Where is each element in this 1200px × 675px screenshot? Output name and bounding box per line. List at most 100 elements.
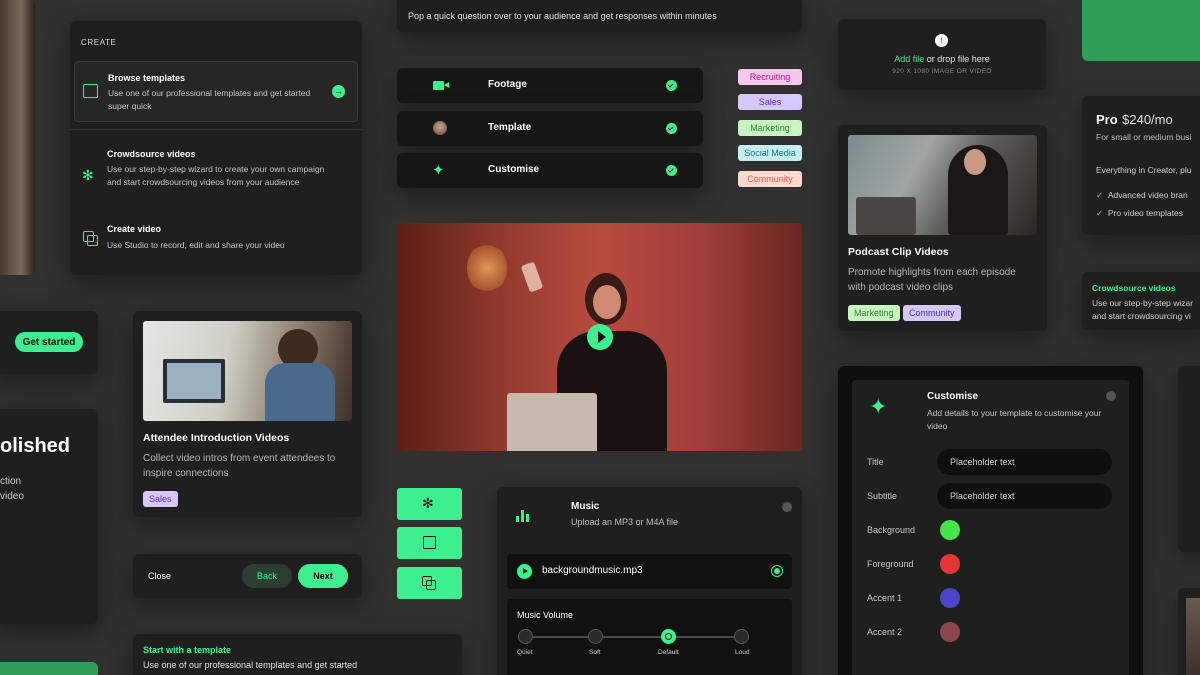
music-file-row[interactable]: backgroundmusic.mp3 — [507, 554, 792, 589]
title-input[interactable]: Placeholder text — [937, 449, 1112, 475]
step-footage[interactable]: Footage — [397, 68, 703, 103]
menu-item-title: Crowdsource videos — [107, 149, 196, 159]
tag-social-media[interactable]: Social Media — [738, 145, 802, 161]
menu-item-browse-templates[interactable]: Browse templates Use one of our professi… — [74, 61, 358, 122]
card-desc: Use one of our professional templates an… — [143, 660, 358, 670]
step-label: Customise — [488, 164, 540, 175]
music-subtitle: Upload an MP3 or M4A file — [571, 517, 679, 527]
music-file-name: backgroundmusic.mp3 — [542, 565, 643, 576]
tag-community[interactable]: Community — [903, 305, 961, 321]
card-title: Crowdsource videos — [1092, 283, 1176, 293]
back-button[interactable]: Back — [242, 564, 292, 588]
play-icon — [598, 331, 606, 343]
menu-item-crowdsource-videos[interactable]: ✻ Crowdsource videos Use our step-by-ste… — [74, 143, 358, 203]
next-button[interactable]: Next — [298, 564, 348, 588]
upload-card[interactable]: ↑ Add file or drop file here 920 X 1080 … — [838, 19, 1046, 90]
wizard-nav: Close Back Next — [133, 554, 362, 598]
templates-icon-button[interactable] — [397, 527, 462, 559]
edge-card-right — [1178, 366, 1200, 552]
card-title: Start with a template — [143, 645, 232, 655]
plan-price: $240/mo — [1122, 112, 1173, 127]
volume-panel: Music Volume Quiet Soft Default Loud — [507, 599, 792, 675]
bar-chart-icon — [516, 510, 530, 522]
video-player[interactable] — [397, 223, 802, 451]
step-template[interactable]: Template — [397, 111, 703, 146]
tag-community[interactable]: Community — [738, 171, 802, 187]
volume-stop-soft[interactable] — [588, 629, 603, 644]
customise-inner: ✦ Customise Add details to your template… — [852, 380, 1129, 675]
get-started-button[interactable]: Get started — [15, 332, 83, 352]
play-icon — [523, 568, 528, 574]
feature-item: Pro video templates — [1107, 208, 1183, 218]
plan-includes: Everything in Creator, plu — [1096, 165, 1192, 175]
upload-text: or drop file here — [924, 54, 990, 64]
card-title: Podcast Clip Videos — [848, 246, 949, 258]
volume-stop-quiet[interactable] — [518, 629, 533, 644]
check-icon — [782, 502, 792, 512]
tag-marketing[interactable]: Marketing — [848, 305, 900, 321]
color-swatch-accent-2[interactable] — [940, 622, 960, 642]
step-label: Template — [488, 122, 532, 133]
quick-question-text: Pop a quick question over to your audien… — [408, 11, 717, 21]
upload-hint: 920 X 1080 IMAGE OR VIDEO — [892, 68, 992, 75]
volume-level-label: Loud — [735, 649, 750, 656]
published-card: olished ction video — [0, 409, 98, 624]
card-desc: Use our step-by-step wizar and start cro… — [1092, 298, 1194, 321]
create-menu: CREATE Browse templates Use one of our p… — [70, 21, 362, 275]
tag-recruiting[interactable]: Recruiting — [738, 69, 802, 85]
color-label-accent-2: Accent 2 — [867, 627, 903, 637]
menu-item-title: Browse templates — [108, 73, 186, 83]
radio-selected[interactable] — [772, 566, 782, 576]
volume-level-label: Quiet — [517, 649, 533, 656]
published-text: ction — [0, 476, 22, 487]
volume-label: Music Volume — [517, 610, 574, 620]
check-icon — [666, 165, 677, 176]
check-icon: ✓ — [1096, 190, 1104, 200]
add-file-link[interactable]: Add file — [894, 54, 924, 64]
color-swatch-background[interactable] — [940, 520, 960, 540]
tag-sales[interactable]: Sales — [738, 94, 802, 110]
attendee-template-card[interactable]: Attendee Introduction Videos Collect vid… — [133, 311, 362, 517]
tag-sales[interactable]: Sales — [143, 491, 178, 507]
color-swatch-accent-1[interactable] — [940, 588, 960, 608]
check-icon — [666, 80, 677, 91]
step-label: Footage — [488, 79, 527, 90]
card-title: Attendee Introduction Videos — [143, 432, 290, 444]
podcast-template-card[interactable]: Podcast Clip Videos Promote highlights f… — [838, 125, 1047, 331]
start-template-card[interactable]: Start with a template Use one of our pro… — [133, 634, 462, 675]
check-icon: ✓ — [1096, 208, 1104, 218]
color-label-background: Background — [867, 525, 916, 535]
crowdsource-card[interactable]: Crowdsource videos Use our step-by-step … — [1082, 272, 1200, 330]
color-label-accent-1: Accent 1 — [867, 593, 903, 603]
layers-icon-button[interactable] — [397, 567, 462, 599]
green-block — [0, 662, 98, 675]
crowd-icon: ✻ — [422, 495, 434, 511]
customise-title: Customise — [927, 391, 979, 402]
crowdsource-icon-button[interactable]: ✻ — [397, 488, 462, 520]
avatar — [433, 121, 447, 135]
feature-item: Advanced video bran — [1107, 190, 1188, 200]
step-customise[interactable]: ✦ Customise — [397, 153, 703, 188]
tag-marketing[interactable]: Marketing — [738, 120, 802, 136]
pricing-pro-card: Pro $240/mo For small or medium busi Eve… — [1082, 96, 1200, 235]
upload-icon[interactable]: ↑ — [935, 34, 948, 47]
close-button[interactable]: Close — [148, 571, 171, 581]
card-desc: Collect video intros from event attendee… — [143, 453, 336, 479]
arrow-right-icon[interactable]: → — [332, 85, 345, 98]
templates-icon — [83, 84, 98, 98]
card-desc: Promote highlights from each episode wit… — [848, 267, 1016, 293]
color-swatch-foreground[interactable] — [940, 554, 960, 574]
menu-item-desc: Use one of our professional templates an… — [108, 88, 311, 111]
plan-name: Pro — [1096, 112, 1118, 127]
green-block — [1082, 0, 1200, 61]
menu-item-title: Create video — [107, 224, 162, 234]
menu-item-desc: Use Studio to record, edit and share you… — [107, 240, 285, 250]
music-panel: Music Upload an MP3 or M4A file backgrou… — [497, 487, 802, 675]
attendee-photo — [143, 321, 352, 421]
volume-stop-loud[interactable] — [734, 629, 749, 644]
crowd-icon: ✻ — [82, 167, 94, 183]
menu-item-create-video[interactable]: Create video Use Studio to record, edit … — [74, 221, 358, 257]
subtitle-input[interactable]: Placeholder text — [937, 483, 1112, 509]
menu-item-desc: Use our step-by-step wizard to create yo… — [107, 164, 325, 187]
get-started-card: Get started — [0, 311, 98, 374]
